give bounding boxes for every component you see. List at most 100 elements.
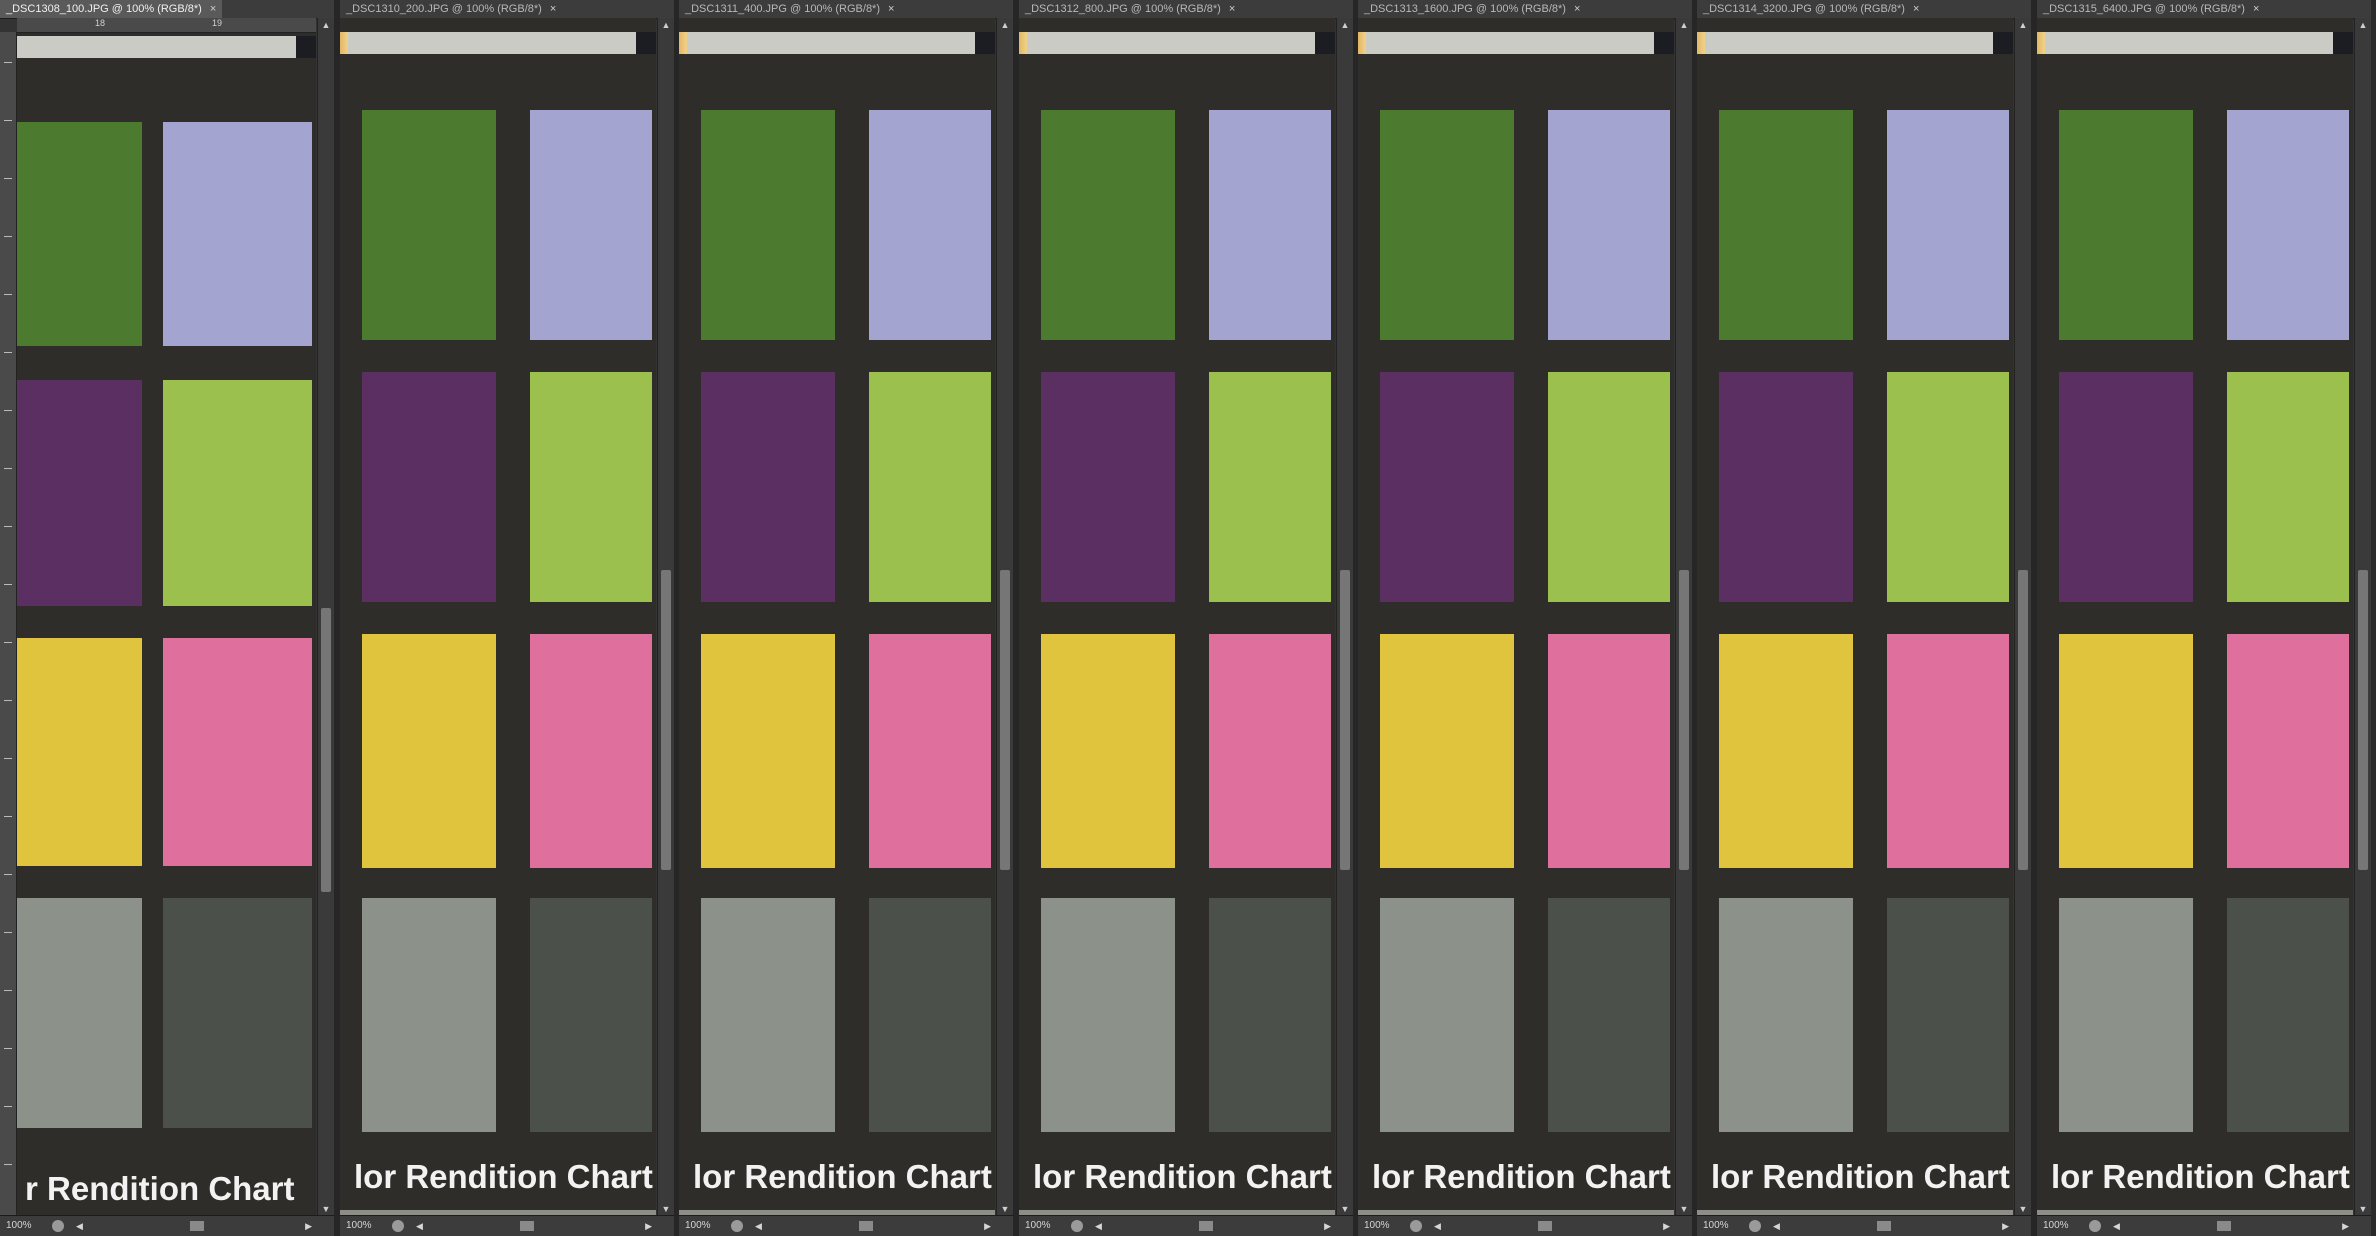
scroll-thumb[interactable] xyxy=(1000,570,1010,870)
yellow-swatch xyxy=(701,634,835,868)
horizontal-scroll-thumb[interactable] xyxy=(2217,1221,2231,1231)
scroll-thumb[interactable] xyxy=(2358,570,2368,870)
arrow-right-icon[interactable]: ▶ xyxy=(1663,1216,1670,1236)
document-window[interactable]: _DSC1308_100.JPG @ 100% (RGB/8*) × r Rendi… xyxy=(0,0,334,1236)
purple-swatch xyxy=(701,372,835,602)
status-menu-icon[interactable] xyxy=(2089,1220,2101,1232)
horizontal-scroll-thumb[interactable] xyxy=(190,1221,204,1231)
arrow-up-icon[interactable]: ▲ xyxy=(2355,18,2371,32)
arrow-left-icon[interactable]: ◀ xyxy=(416,1216,423,1236)
close-icon[interactable]: × xyxy=(1574,3,1580,15)
close-icon[interactable]: × xyxy=(1229,3,1235,15)
zoom-level[interactable]: 100% xyxy=(685,1216,711,1236)
arrow-left-icon[interactable]: ◀ xyxy=(1434,1216,1441,1236)
status-menu-icon[interactable] xyxy=(731,1220,743,1232)
image-canvas[interactable]: r Rendition Chart xyxy=(17,32,316,1216)
close-icon[interactable]: × xyxy=(210,3,216,15)
arrow-down-icon[interactable]: ▼ xyxy=(997,1202,1013,1216)
arrow-left-icon[interactable]: ◀ xyxy=(755,1216,762,1236)
arrow-left-icon[interactable]: ◀ xyxy=(2113,1216,2120,1236)
document-window[interactable]: _DSC1315_6400.JPG @ 100% (RGB/8*) × lor Re… xyxy=(2037,0,2371,1236)
arrow-down-icon[interactable]: ▼ xyxy=(2015,1202,2031,1216)
arrow-down-icon[interactable]: ▼ xyxy=(1676,1202,1692,1216)
image-canvas[interactable]: lor Rendition Chart xyxy=(1697,18,2013,1216)
dark-patch xyxy=(296,36,316,58)
document-window[interactable]: _DSC1313_1600.JPG @ 100% (RGB/8*) × lor Re… xyxy=(1358,0,1692,1236)
status-menu-icon[interactable] xyxy=(392,1220,404,1232)
image-canvas[interactable]: lor Rendition Chart xyxy=(1358,18,1674,1216)
scroll-thumb[interactable] xyxy=(1340,570,1350,870)
zoom-level[interactable]: 100% xyxy=(6,1216,32,1236)
zoom-level[interactable]: 100% xyxy=(1025,1216,1051,1236)
status-menu-icon[interactable] xyxy=(1410,1220,1422,1232)
scroll-thumb[interactable] xyxy=(1679,570,1689,870)
document-tab[interactable]: _DSC1315_6400.JPG @ 100% (RGB/8*) × xyxy=(2037,0,2265,18)
close-icon[interactable]: × xyxy=(888,3,894,15)
arrow-right-icon[interactable]: ▶ xyxy=(984,1216,991,1236)
image-canvas[interactable]: lor Rendition Chart xyxy=(1019,18,1335,1216)
vertical-scrollbar[interactable]: ▲ ▼ xyxy=(657,18,674,1216)
document-tab[interactable]: _DSC1310_200.JPG @ 100% (RGB/8*) × xyxy=(340,0,562,18)
horizontal-ruler: 18 19 xyxy=(17,18,316,33)
close-icon[interactable]: × xyxy=(1913,3,1919,15)
arrow-up-icon[interactable]: ▲ xyxy=(658,18,674,32)
image-canvas[interactable]: lor Rendition Chart xyxy=(340,18,656,1216)
close-icon[interactable]: × xyxy=(550,3,556,15)
image-canvas[interactable]: lor Rendition Chart xyxy=(679,18,995,1216)
arrow-right-icon[interactable]: ▶ xyxy=(645,1216,652,1236)
arrow-down-icon[interactable]: ▼ xyxy=(318,1202,334,1216)
horizontal-scroll-thumb[interactable] xyxy=(859,1221,873,1231)
close-icon[interactable]: × xyxy=(2253,3,2259,15)
zoom-level[interactable]: 100% xyxy=(1364,1216,1390,1236)
scroll-thumb[interactable] xyxy=(2018,570,2028,870)
arrow-down-icon[interactable]: ▼ xyxy=(2355,1202,2371,1216)
status-menu-icon[interactable] xyxy=(52,1220,64,1232)
arrow-right-icon[interactable]: ▶ xyxy=(2002,1216,2009,1236)
image-canvas[interactable]: lor Rendition Chart xyxy=(2037,18,2353,1216)
arrow-up-icon[interactable]: ▲ xyxy=(1676,18,1692,32)
document-tab[interactable]: _DSC1313_1600.JPG @ 100% (RGB/8*) × xyxy=(1358,0,1586,18)
arrow-up-icon[interactable]: ▲ xyxy=(318,18,334,32)
arrow-down-icon[interactable]: ▼ xyxy=(658,1202,674,1216)
vertical-scrollbar[interactable]: ▲ ▼ xyxy=(2014,18,2031,1216)
status-menu-icon[interactable] xyxy=(1749,1220,1761,1232)
dark-patch xyxy=(1654,32,1674,54)
document-tab[interactable]: _DSC1308_100.JPG @ 100% (RGB/8*) × xyxy=(0,0,223,18)
arrow-down-icon[interactable]: ▼ xyxy=(1337,1202,1353,1216)
horizontal-scroll-thumb[interactable] xyxy=(520,1221,534,1231)
vertical-scrollbar[interactable]: ▲ ▼ xyxy=(2354,18,2371,1216)
arrow-up-icon[interactable]: ▲ xyxy=(2015,18,2031,32)
scroll-thumb[interactable] xyxy=(321,608,331,892)
arrow-right-icon[interactable]: ▶ xyxy=(305,1216,312,1236)
document-tab[interactable]: _DSC1312_800.JPG @ 100% (RGB/8*) × xyxy=(1019,0,1241,18)
document-window[interactable]: _DSC1312_800.JPG @ 100% (RGB/8*) × lor Ren… xyxy=(1019,0,1353,1236)
arrow-left-icon[interactable]: ◀ xyxy=(76,1216,83,1236)
document-tab[interactable]: _DSC1314_3200.JPG @ 100% (RGB/8*) × xyxy=(1697,0,1925,18)
zoom-level[interactable]: 100% xyxy=(2043,1216,2069,1236)
zoom-level[interactable]: 100% xyxy=(346,1216,372,1236)
document-window[interactable]: _DSC1314_3200.JPG @ 100% (RGB/8*) × lor Re… xyxy=(1697,0,2031,1236)
vertical-scrollbar[interactable]: ▲ ▼ xyxy=(1675,18,1692,1216)
arrow-right-icon[interactable]: ▶ xyxy=(2342,1216,2349,1236)
vertical-scrollbar[interactable]: ▲ ▼ xyxy=(317,18,334,1216)
lightgray-swatch xyxy=(1041,898,1175,1132)
vertical-scrollbar[interactable]: ▲ ▼ xyxy=(996,18,1013,1216)
status-menu-icon[interactable] xyxy=(1071,1220,1083,1232)
chart-title-text: lor Rendition Chart xyxy=(354,1158,653,1195)
zoom-level[interactable]: 100% xyxy=(1703,1216,1729,1236)
horizontal-scroll-thumb[interactable] xyxy=(1199,1221,1213,1231)
arrow-up-icon[interactable]: ▲ xyxy=(1337,18,1353,32)
arrow-up-icon[interactable]: ▲ xyxy=(997,18,1013,32)
horizontal-scroll-thumb[interactable] xyxy=(1877,1221,1891,1231)
arrow-right-icon[interactable]: ▶ xyxy=(1324,1216,1331,1236)
darkgray-swatch xyxy=(2227,898,2349,1132)
arrow-left-icon[interactable]: ◀ xyxy=(1773,1216,1780,1236)
document-window[interactable]: _DSC1310_200.JPG @ 100% (RGB/8*) × lor Ren… xyxy=(340,0,674,1236)
document-tab[interactable]: _DSC1311_400.JPG @ 100% (RGB/8*) × xyxy=(679,0,900,18)
vertical-scrollbar[interactable]: ▲ ▼ xyxy=(1336,18,1353,1216)
document-window[interactable]: _DSC1311_400.JPG @ 100% (RGB/8*) × lor Ren… xyxy=(679,0,1013,1236)
scroll-thumb[interactable] xyxy=(661,570,671,870)
status-bar: 100% ◀ ▶ xyxy=(2037,1215,2371,1236)
horizontal-scroll-thumb[interactable] xyxy=(1538,1221,1552,1231)
arrow-left-icon[interactable]: ◀ xyxy=(1095,1216,1102,1236)
